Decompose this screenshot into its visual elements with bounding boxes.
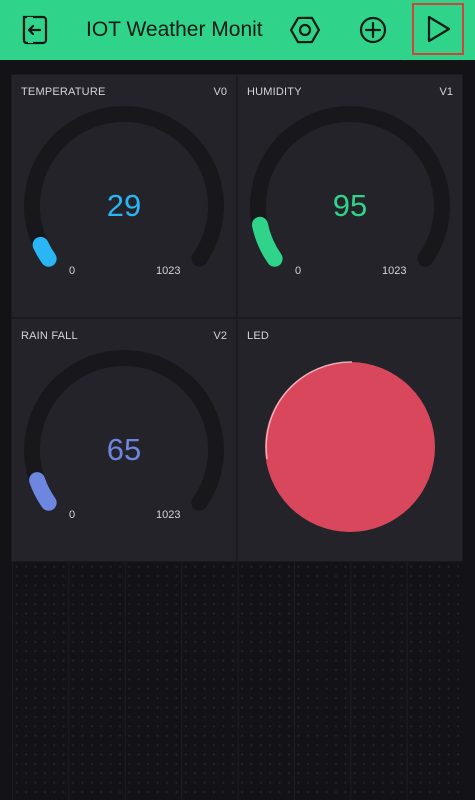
led-indicator xyxy=(265,361,435,532)
gauge-fill xyxy=(29,472,57,511)
add-widget-icon[interactable] xyxy=(353,10,393,50)
app-header: IOT Weather Monit xyxy=(0,0,475,60)
gauge-min: 0 xyxy=(69,509,76,521)
gauge-fill xyxy=(251,216,283,267)
gauge-fill xyxy=(32,236,57,267)
gauge-max: 1023 xyxy=(156,265,181,277)
gauge-value: 29 xyxy=(106,188,142,223)
gauge-max: 1023 xyxy=(156,509,181,521)
dashboard-canvas[interactable] xyxy=(12,562,463,800)
rainfall-gauge-widget[interactable]: RAIN FALL V2 65 0 1023 xyxy=(12,319,236,561)
exit-icon[interactable] xyxy=(15,10,55,50)
gauge-value: 95 xyxy=(332,188,368,223)
settings-hex-icon[interactable] xyxy=(285,10,325,50)
project-title: IOT Weather Monit xyxy=(86,18,263,41)
gauge-min: 0 xyxy=(295,265,302,277)
gauge-max: 1023 xyxy=(382,265,407,277)
play-button[interactable] xyxy=(412,3,464,55)
gauge-min: 0 xyxy=(69,265,76,277)
play-icon xyxy=(427,15,451,43)
humidity-gauge-widget[interactable]: HUMIDITY V1 95 0 1023 xyxy=(238,75,462,317)
led-widget[interactable]: LED xyxy=(238,319,462,561)
gauge-value: 65 xyxy=(106,432,142,467)
temperature-gauge-widget[interactable]: TEMPERATURE V0 29 0 1023 xyxy=(12,75,236,317)
